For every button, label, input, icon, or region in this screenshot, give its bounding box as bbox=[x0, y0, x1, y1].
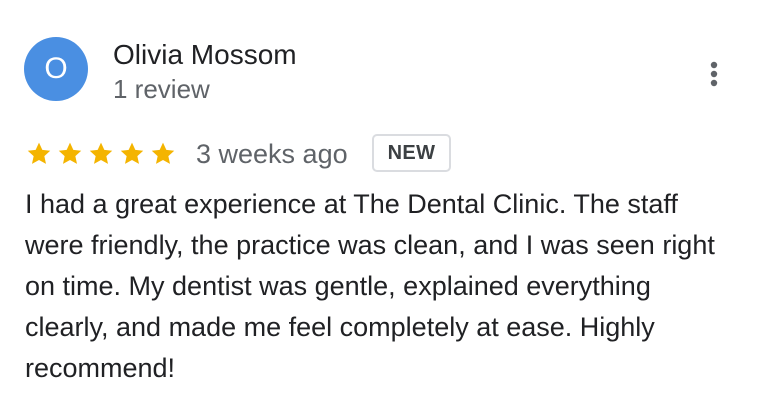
reviewer-review-count: 1 review bbox=[113, 74, 210, 104]
star-icon bbox=[89, 142, 113, 164]
more-vertical-icon bbox=[710, 61, 718, 87]
avatar[interactable]: O bbox=[24, 37, 88, 101]
more-options-button[interactable] bbox=[698, 56, 730, 92]
review-time: 3 weeks ago bbox=[196, 139, 348, 169]
star-icon bbox=[58, 142, 82, 164]
star-icon bbox=[151, 142, 175, 164]
review-text: I had a great experience at The Dental C… bbox=[25, 189, 715, 383]
reviewer-name[interactable]: Olivia Mossom bbox=[113, 38, 297, 72]
review-card: O Olivia Mossom 1 review 3 weeks ago NEW… bbox=[0, 0, 766, 414]
new-badge: NEW bbox=[372, 134, 451, 172]
rating-stars bbox=[25, 140, 177, 168]
star-icon bbox=[120, 142, 144, 164]
star-icon bbox=[27, 142, 51, 164]
